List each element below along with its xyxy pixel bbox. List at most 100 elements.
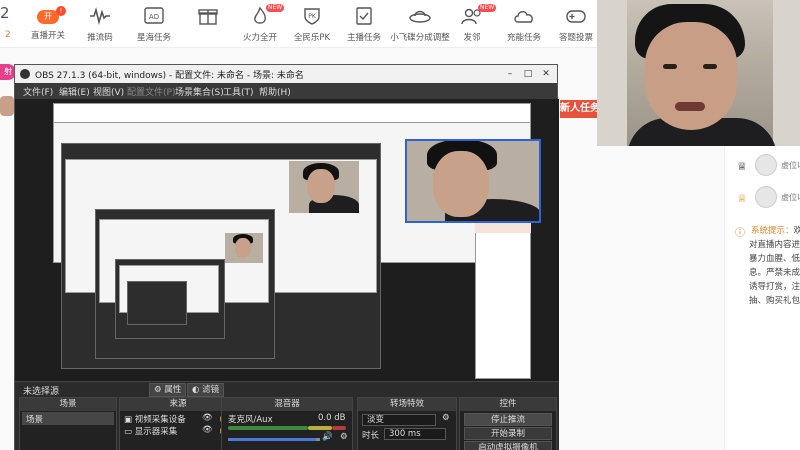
captured-webcam-level-2 xyxy=(225,233,263,263)
menu-view[interactable]: 视图(V) xyxy=(93,85,124,98)
face xyxy=(235,238,251,258)
toolbar-item-pk[interactable]: PK 全民乐PK xyxy=(284,6,340,46)
start-virtual-camera-button[interactable]: 启动虚拟摄像机 xyxy=(464,441,552,450)
toolbar-item-anchor-task[interactable]: 主播任务 xyxy=(336,6,392,46)
scenes-dock: 场景 场景 xyxy=(19,397,117,450)
obs-source-toolbar: 未选择源 ⚙ 属性 ◐ 滤镜 xyxy=(15,381,559,397)
ad-icon: AD xyxy=(144,7,164,24)
curtain xyxy=(597,0,627,146)
new-badge: NEW xyxy=(266,4,285,12)
obs-docks: 场景 场景 来源 ▣ 视频采集设备 ▭ 显示器采集 👁 🔒 👁 🔒 xyxy=(15,397,559,450)
source-item-display[interactable]: ▭ 显示器采集 xyxy=(124,425,177,437)
duration-label: 时长 xyxy=(362,431,380,441)
rank-user[interactable]: ♕ 虚位以 xyxy=(729,154,800,178)
mixer-db-value: 0.0 dB xyxy=(318,413,346,423)
system-notice-line: 抽、购买礼包的 xyxy=(749,296,800,306)
properties-button[interactable]: ⚙ 属性 xyxy=(149,383,187,397)
menu-tools[interactable]: 工具(T) xyxy=(223,85,254,98)
avatar xyxy=(755,186,777,208)
cloud-icon xyxy=(514,11,533,23)
source-item-camera[interactable]: ▣ 视频采集设备 xyxy=(124,413,186,425)
ufo-icon xyxy=(409,10,431,23)
screen: 2 2 开 ! 直播开关 推流码 AD 星海任务 NEW 火力全开 PK 全民乐… xyxy=(0,0,800,450)
system-notice-line: 诱导打赏，注意 xyxy=(749,282,800,292)
speaker-icon[interactable]: 🔊 xyxy=(322,432,333,442)
scenes-dock-header: 场景 xyxy=(20,398,116,411)
toolbar-item-live-switch[interactable]: 开 ! 直播开关 xyxy=(20,6,76,46)
duration-input[interactable]: 300 ms xyxy=(384,428,446,440)
face xyxy=(645,22,737,130)
toolbar-item-quiz-vote[interactable]: 答题投票 xyxy=(548,6,604,46)
avatar xyxy=(755,154,777,176)
menu-file[interactable]: 文件(F) xyxy=(23,85,53,98)
stop-streaming-button[interactable]: 停止推流 xyxy=(464,413,552,426)
live-alert-badge: ! xyxy=(56,6,66,16)
toolbar-item-label: 小飞碟分成调整 xyxy=(390,33,450,43)
camera-icon: ▣ xyxy=(124,415,133,425)
eye-icon[interactable]: 👁 xyxy=(202,413,213,423)
captured-notice xyxy=(475,223,531,233)
toolbar-item-label: 推流码 xyxy=(87,33,113,43)
sources-dock: 来源 ▣ 视频采集设备 ▭ 显示器采集 👁 🔒 👁 🔒 xyxy=(119,397,237,450)
toolbar-item-label: 发邻 xyxy=(463,33,481,43)
monitor-icon: ▭ xyxy=(124,427,133,437)
rank-user-name: 虚位以 xyxy=(781,193,800,202)
toolbar-item-ufo-share[interactable]: 小飞碟分成调整 xyxy=(390,6,450,46)
obs-menu-bar: 文件(F) 编辑(E) 视图(V) 配置文件(P) 场景集合(S) 工具(T) … xyxy=(15,83,557,99)
mouth xyxy=(675,102,705,111)
eye-icon[interactable]: 👁 xyxy=(202,425,213,435)
gear-icon[interactable]: ⚙ xyxy=(340,432,348,442)
volume-meter-yellow xyxy=(308,426,332,430)
maximize-icon[interactable]: □ xyxy=(521,68,535,80)
toolbar-item-label: 答题投票 xyxy=(558,33,593,43)
toolbar-item-charge-task[interactable]: 充能任务 xyxy=(496,6,552,46)
gift-icon xyxy=(198,9,218,25)
toolbar-item-gift[interactable] xyxy=(180,6,236,46)
gear-icon[interactable]: ⚙ xyxy=(442,413,450,423)
obs-preview-canvas[interactable] xyxy=(15,99,559,383)
mixer-track-name: 麦克风/Aux xyxy=(228,415,273,425)
webcam-selection-box[interactable] xyxy=(405,139,541,223)
system-notice-line: 对直播内容进行 xyxy=(749,240,800,250)
toolbar-item-star-task[interactable]: AD 星海任务 xyxy=(126,6,182,46)
obs-window-title: OBS 27.1.3 (64-bit, windows) - 配置文件: 未命名… xyxy=(35,71,304,81)
controls-dock: 控件 停止推流 开始录制 启动虚拟摄像机 xyxy=(459,397,557,450)
obs-title-bar: OBS 27.1.3 (64-bit, windows) - 配置文件: 未命名… xyxy=(15,65,557,83)
transition-select[interactable]: 淡变 xyxy=(362,414,436,426)
menu-profile[interactable]: 配置文件(P) xyxy=(127,85,175,98)
audio-mixer-dock: 混音器 麦克风/Aux 0.0 dB 🔊 ⚙ xyxy=(221,397,353,450)
scene-item[interactable]: 场景 xyxy=(26,413,43,425)
webcam-feed xyxy=(597,0,800,146)
close-icon[interactable]: ✕ xyxy=(539,68,553,80)
face xyxy=(307,169,335,203)
crown-icon: ♕ xyxy=(737,160,747,173)
waveform-icon xyxy=(90,7,110,26)
toolbar-item-label: 主播任务 xyxy=(346,33,381,43)
toolbar-item-label: 充能任务 xyxy=(506,33,541,43)
toolbar-sub-count: 2 xyxy=(5,30,11,40)
filters-button[interactable]: ◐ 滤镜 xyxy=(187,383,225,397)
toolbar-item-firepower[interactable]: NEW 火力全开 xyxy=(232,4,288,46)
toolbar-item-label: 火力全开 xyxy=(242,33,277,43)
menu-edit[interactable]: 编辑(E) xyxy=(59,85,90,98)
captured-webcam-level-1 xyxy=(289,161,359,213)
rank-user-name: 虚位以 xyxy=(781,161,800,170)
menu-scene-collection[interactable]: 场景集合(S) xyxy=(175,85,224,98)
volume-meter-green xyxy=(228,426,308,430)
rank-user[interactable]: ♕ 虚位以 xyxy=(729,186,800,210)
start-recording-button[interactable]: 开始录制 xyxy=(464,427,552,440)
crown-icon: ♕ xyxy=(737,192,747,205)
left-edge-avatar xyxy=(0,96,14,116)
toolbar-item-friends[interactable]: NEW 发邻 xyxy=(444,4,500,46)
controls-dock-header: 控件 xyxy=(460,398,556,411)
stream-toolbar: 2 2 开 ! 直播开关 推流码 AD 星海任务 NEW 火力全开 PK 全民乐… xyxy=(0,0,600,48)
minimize-icon[interactable]: – xyxy=(503,68,517,80)
toolbar-item-stream-key[interactable]: 推流码 xyxy=(72,6,128,46)
toolbar-count: 2 xyxy=(0,4,10,22)
svg-text:AD: AD xyxy=(149,13,159,21)
svg-text:PK: PK xyxy=(308,13,317,20)
pk-shield-icon: PK xyxy=(304,8,320,25)
no-source-selected-label: 未选择源 xyxy=(23,387,60,397)
new-task-banner[interactable]: 新人任务 xyxy=(560,100,600,118)
menu-help[interactable]: 帮助(H) xyxy=(259,85,291,98)
